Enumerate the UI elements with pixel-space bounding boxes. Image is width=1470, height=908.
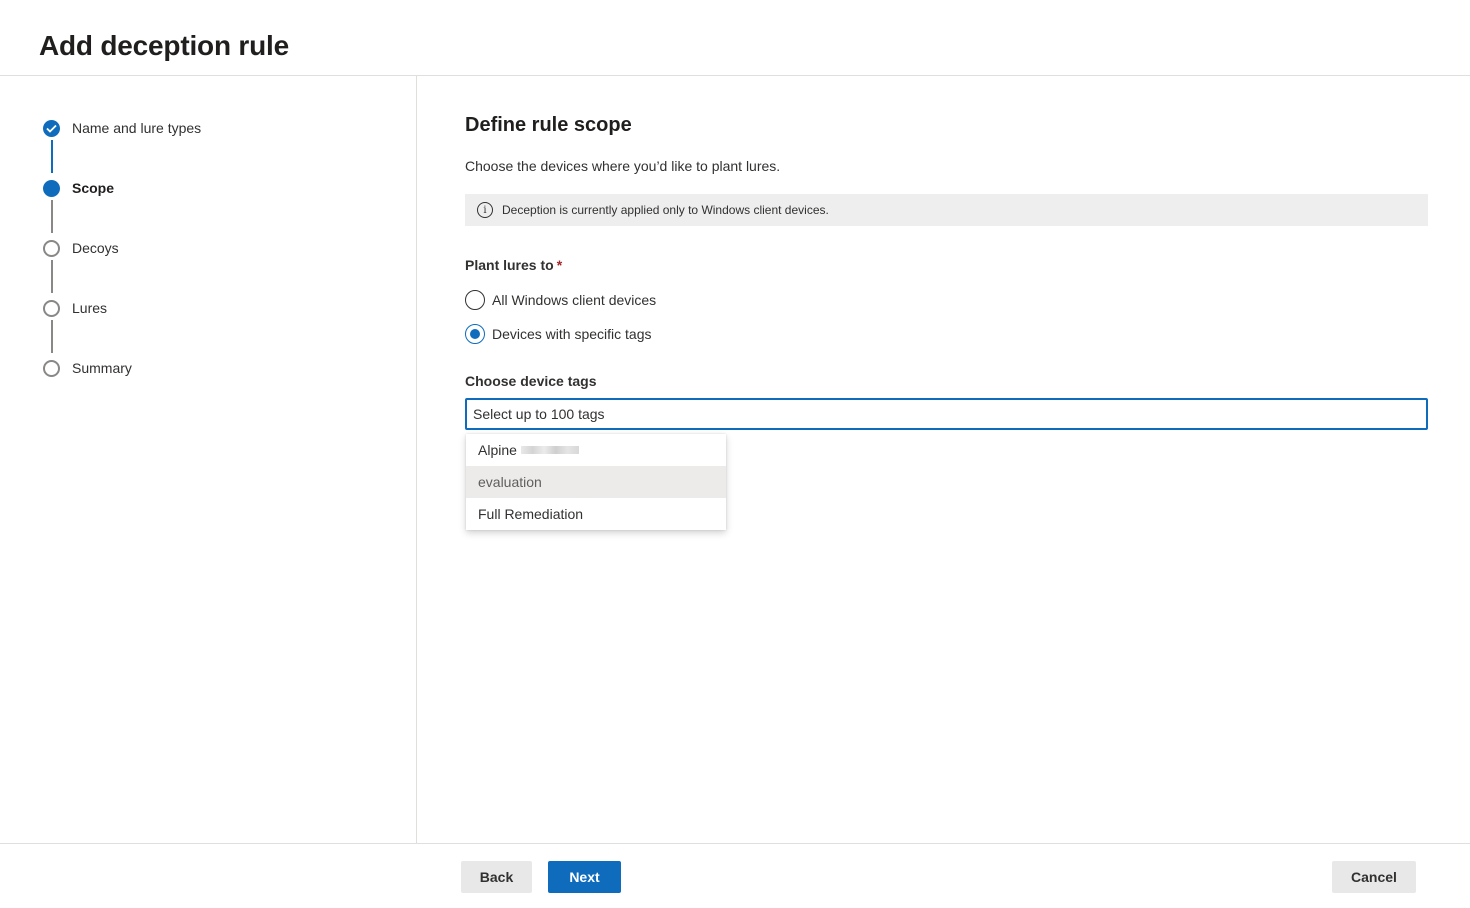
step-label: Scope <box>72 180 115 196</box>
radio-devices-with-tags[interactable]: Devices with specific tags <box>465 324 652 344</box>
plant-lures-label: Plant lures to * <box>465 257 562 273</box>
info-text: Deception is currently applied only to W… <box>502 203 829 217</box>
back-button[interactable]: Back <box>461 861 532 893</box>
cancel-button[interactable]: Cancel <box>1332 861 1416 893</box>
step-label: Name and lure types <box>72 120 202 136</box>
redacted-text <box>520 446 579 454</box>
dropdown-option-evaluation[interactable]: evaluation <box>466 466 726 498</box>
section-title: Define rule scope <box>465 114 632 136</box>
radio-button[interactable] <box>465 290 485 310</box>
radio-button-selected[interactable] <box>465 324 485 344</box>
current-step-icon <box>43 179 60 197</box>
next-button[interactable]: Next <box>548 861 621 893</box>
option-label: Full Remediation <box>478 506 584 522</box>
info-icon: i <box>477 202 493 218</box>
wizard-footer: Back Next Cancel <box>0 843 1470 908</box>
step-lures[interactable]: Lures <box>43 298 107 318</box>
required-mark: * <box>556 257 563 273</box>
main-content: Define rule scope Choose the devices whe… <box>418 76 1470 843</box>
empty-circle-icon <box>43 239 60 257</box>
radio-label: Devices with specific tags <box>492 326 652 342</box>
plant-lures-label-text: Plant lures to <box>465 257 554 273</box>
section-description: Choose the devices where you’d like to p… <box>465 158 781 174</box>
step-connector <box>51 320 53 353</box>
device-tags-input[interactable] <box>465 398 1428 430</box>
step-connector <box>51 260 53 293</box>
page-header: Add deception rule <box>0 0 1470 76</box>
step-label: Decoys <box>72 240 119 256</box>
step-decoys[interactable]: Decoys <box>43 238 119 258</box>
step-label: Summary <box>72 360 132 376</box>
radio-label: All Windows client devices <box>492 292 657 308</box>
step-scope[interactable]: Scope <box>43 178 114 198</box>
radio-all-windows-devices[interactable]: All Windows client devices <box>465 290 656 310</box>
option-label: Alpine <box>478 442 517 458</box>
empty-circle-icon <box>43 359 60 377</box>
wizard-steps: Name and lure types Scope Decoys Lures S… <box>0 76 417 843</box>
step-connector <box>51 140 53 173</box>
option-label: evaluation <box>478 474 542 490</box>
step-name-and-lure-types[interactable]: Name and lure types <box>43 118 201 138</box>
step-connector <box>51 200 53 233</box>
step-summary[interactable]: Summary <box>43 358 132 378</box>
info-message-bar: i Deception is currently applied only to… <box>465 194 1428 226</box>
checkmark-icon <box>43 119 60 137</box>
step-label: Lures <box>72 300 108 316</box>
device-tags-label: Choose device tags <box>465 373 597 389</box>
dropdown-option-alpine[interactable]: Alpine <box>466 434 726 466</box>
empty-circle-icon <box>43 299 60 317</box>
page-title: Add deception rule <box>39 30 289 61</box>
dropdown-option-full-remediation[interactable]: Full Remediation <box>466 498 726 530</box>
tags-dropdown: Alpine evaluation Full Remediation <box>466 434 726 530</box>
